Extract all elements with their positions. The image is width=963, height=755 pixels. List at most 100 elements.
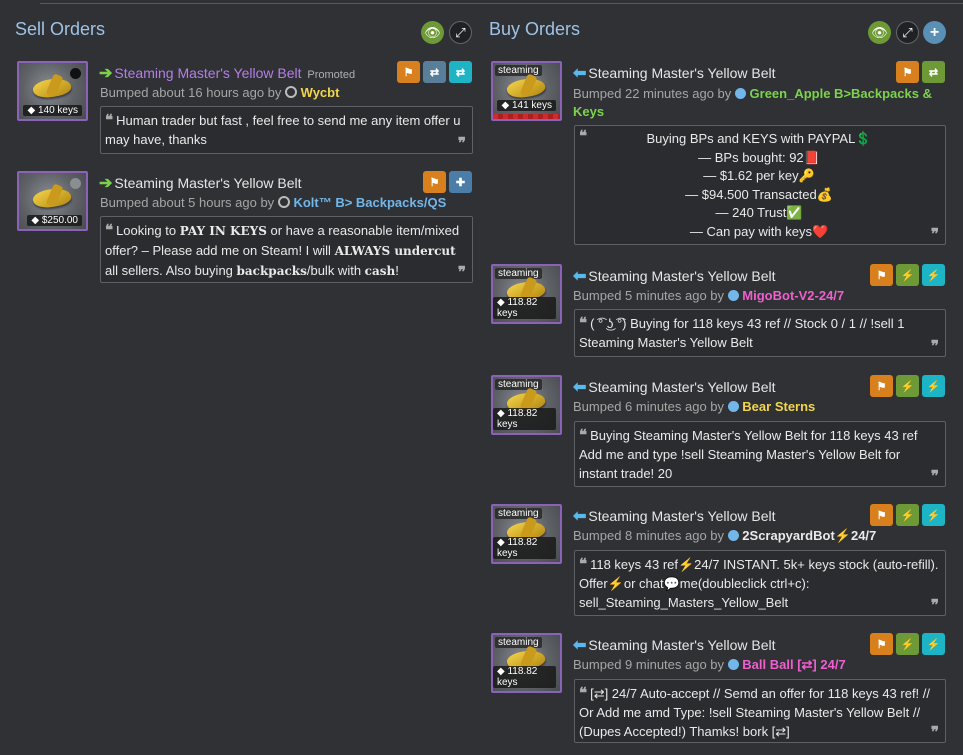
instant-trade-button[interactable]: ⚡ — [922, 264, 945, 286]
tag-icon: ◆ — [501, 100, 510, 111]
listing-actions: ⚑ ⚡ ⚡ — [870, 633, 945, 655]
arrow-left-icon: ⬅ — [573, 268, 587, 285]
report-button[interactable]: ⚑ — [896, 61, 919, 83]
user-link[interactable]: Kolt™ B> Backpacks/QS — [293, 195, 446, 210]
report-button[interactable]: ⚑ — [423, 171, 446, 193]
tag-icon: ◆ — [497, 408, 505, 419]
user-link[interactable]: 2ScrapyardBot⚡24/7 — [742, 528, 876, 543]
item-image[interactable]: steaming ◆ 118.82 keys — [491, 504, 562, 564]
quote-close-icon: ❞ — [930, 225, 939, 243]
quote-close-icon: ❞ — [930, 597, 939, 614]
price-tag: ◆ $250.00 — [27, 215, 82, 226]
belt-icon — [31, 185, 73, 211]
item-image[interactable]: steaming ◆ 118.82 keys — [491, 264, 562, 324]
item-image[interactable]: steaming ◆ 118.82 keys — [491, 633, 562, 693]
flag-icon: ⚑ — [403, 66, 414, 79]
listing-actions: ⚑ ⇄ — [896, 61, 945, 83]
lightning-icon: ⚡ — [926, 380, 941, 393]
expand-button[interactable]: ⤢ — [449, 21, 472, 44]
listing-comment: ❝ [⇄] 24/7 Auto-accept // Semd an offer f… — [574, 679, 946, 743]
trade-offer-button[interactable]: ⚡ — [896, 504, 919, 526]
lightning-icon: ⚡ — [900, 380, 915, 393]
quality-tag: steaming — [495, 65, 542, 76]
listing-title[interactable]: ➔ Steaming Master's Yellow Belt Promoted — [99, 63, 355, 83]
price-tag: ◆ 141 keys — [497, 100, 556, 111]
listing-actions: ⚑ ✚ — [423, 171, 472, 193]
tag-icon: ◆ — [497, 297, 505, 308]
price-tag: ◆ 118.82 keys — [493, 666, 556, 688]
arrow-right-icon: ➔ — [99, 65, 113, 82]
online-status-icon — [727, 290, 739, 301]
buy-orders-title: Buy Orders — [489, 19, 581, 39]
instant-trade-button[interactable]: ⚡ — [922, 504, 945, 526]
listing-comment: ❝ Looking to PAY IN KEYS or have a reason… — [100, 216, 473, 283]
add-friend-button[interactable]: ✚ — [449, 171, 472, 193]
item-image[interactable]: ◆ 140 keys — [17, 61, 88, 121]
user-link[interactable]: Wycbt — [301, 85, 340, 100]
bumped-info: Bumped 8 minutes ago by 2ScrapyardBot⚡24… — [573, 528, 877, 543]
instant-trade-button[interactable]: ⚡ — [922, 633, 945, 655]
trade-offer-button[interactable]: ⇄ — [922, 61, 945, 83]
bumped-info: Bumped 6 minutes ago by Bear Sterns — [573, 399, 816, 414]
user-link[interactable]: Bear Sterns — [742, 399, 815, 414]
plus-icon: + — [929, 23, 940, 41]
quote-close-icon: ❞ — [457, 135, 466, 152]
quote-close-icon: ❞ — [930, 338, 939, 355]
add-friend-icon: ✚ — [455, 176, 466, 189]
instant-trade-button[interactable]: ⚡ — [922, 375, 945, 397]
bumped-info: Bumped 22 minutes ago by Green_Apple B>B… — [573, 86, 932, 119]
add-buy-order-button[interactable]: + — [923, 21, 946, 44]
bumped-info: Bumped about 5 hours ago by Kolt™ B> Bac… — [100, 195, 447, 210]
arrow-left-icon: ⬅ — [573, 637, 587, 654]
listing-comment: ❝( ͡° ͜ʖ ͡°) Buying for 118 keys 43 ref … — [574, 309, 946, 357]
trade-offer-button[interactable]: ⚡ — [896, 264, 919, 286]
flag-icon: ⚑ — [876, 509, 887, 522]
report-button[interactable]: ⚑ — [397, 61, 420, 83]
user-link[interactable]: Ball Ball [⇄] 24/7 — [742, 657, 845, 672]
exchange-icon: ⇄ — [429, 66, 440, 79]
listing-title[interactable]: ⬅ Steaming Master's Yellow Belt — [573, 635, 776, 655]
offline-status-icon — [285, 86, 298, 98]
item-image[interactable]: steaming ◆ 141 keys — [491, 61, 562, 121]
lightning-icon: ⚡ — [900, 269, 915, 282]
price-tag: ◆ 118.82 keys — [493, 297, 556, 319]
report-button[interactable]: ⚑ — [870, 633, 893, 655]
item-image[interactable]: ◆ $250.00 — [17, 171, 88, 231]
tag-icon: ◆ — [497, 666, 505, 677]
quote-open-icon: ❝ — [105, 112, 114, 129]
report-button[interactable]: ⚑ — [870, 504, 893, 526]
listing-title[interactable]: ➔ Steaming Master's Yellow Belt — [99, 173, 302, 193]
expand-button[interactable]: ⤢ — [896, 21, 919, 44]
bumped-info: Bumped 9 minutes ago by Ball Ball [⇄] 24… — [573, 657, 846, 672]
expand-icon: ⤢ — [902, 24, 913, 40]
listing-comment: ❝ Human trader but fast , feel free to se… — [100, 106, 473, 154]
price-tag: ◆ 118.82 keys — [493, 408, 556, 430]
trade-offer-button[interactable]: ⚡ — [896, 375, 919, 397]
quality-tag: steaming — [495, 637, 542, 648]
listing-comment: ❝ Buying Steaming Master's Yellow Belt fo… — [574, 421, 946, 487]
listing-title[interactable]: ⬅ Steaming Master's Yellow Belt — [573, 377, 776, 397]
promoted-label: Promoted — [307, 69, 356, 81]
flag-icon: ⚑ — [876, 380, 887, 393]
report-button[interactable]: ⚑ — [870, 264, 893, 286]
arrow-left-icon: ⬅ — [573, 508, 587, 525]
online-status-icon — [727, 659, 739, 670]
report-button[interactable]: ⚑ — [870, 375, 893, 397]
instant-trade-button[interactable]: ⇄ — [449, 61, 472, 83]
listing-title[interactable]: ⬅ Steaming Master's Yellow Belt — [573, 506, 776, 526]
exchange-icon: ⇄ — [928, 66, 939, 79]
toggle-visibility-button[interactable]: 👁 — [421, 21, 444, 44]
trade-offer-button[interactable]: ⚡ — [896, 633, 919, 655]
trade-offer-button[interactable]: ⇄ — [423, 61, 446, 83]
user-link[interactable]: MigoBot-V2-24/7 — [742, 288, 844, 303]
warning-bar — [493, 114, 560, 119]
bumped-info: Bumped about 16 hours ago by Wycbt — [100, 85, 340, 100]
flag-icon: ⚑ — [429, 176, 440, 189]
listing-title[interactable]: ⬅ Steaming Master's Yellow Belt — [573, 63, 776, 83]
listing-title[interactable]: ⬅ Steaming Master's Yellow Belt — [573, 266, 776, 286]
online-status-icon — [727, 401, 739, 412]
listing-comment: ❝ Buying BPs and KEYS with PAYPAL💲 — BPs… — [574, 125, 946, 245]
toggle-visibility-button[interactable]: 👁 — [868, 21, 891, 44]
quote-close-icon: ❞ — [930, 468, 939, 485]
item-image[interactable]: steaming ◆ 118.82 keys — [491, 375, 562, 435]
